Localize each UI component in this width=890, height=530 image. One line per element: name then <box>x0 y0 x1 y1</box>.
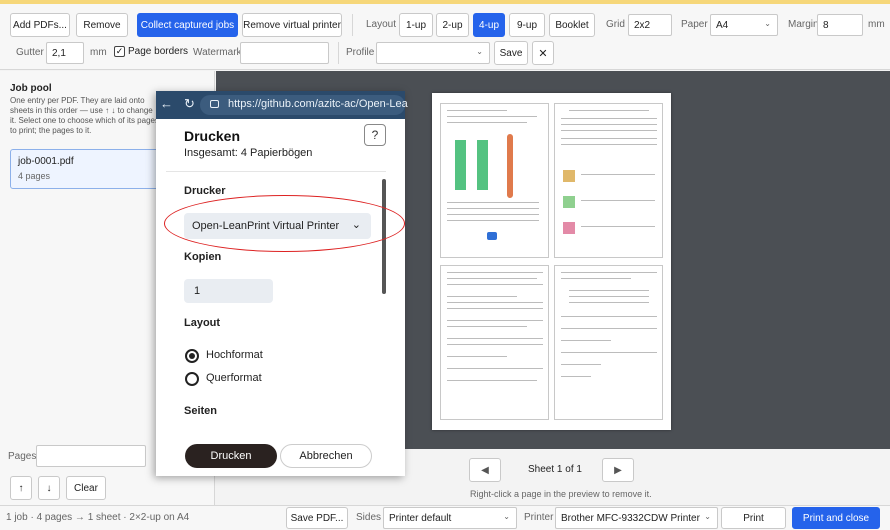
sheet-indicator: Sheet 1 of 1 <box>528 464 582 475</box>
preview-page-2[interactable] <box>554 103 663 258</box>
gutter-unit: mm <box>90 47 107 58</box>
layout-booklet-button[interactable]: Booklet <box>549 13 595 37</box>
gutter-label: Gutter <box>16 47 44 58</box>
watermark-input[interactable] <box>240 42 329 64</box>
status-bar: 1 job · 4 pages → 1 sheet · 2×2-up on A4… <box>0 505 890 530</box>
preview-hint: Right-click a page in the preview to rem… <box>470 489 652 499</box>
copies-input[interactable]: 1 <box>184 279 273 303</box>
divider <box>166 171 386 172</box>
remove-virtual-printer-button[interactable]: Remove virtual printer <box>242 13 342 37</box>
grid-input[interactable]: 2x2 <box>628 14 672 36</box>
printer-select[interactable]: Brother MFC-9332CDW Printer ⌄ <box>555 507 718 529</box>
pages-input[interactable] <box>36 445 146 467</box>
chevron-down-icon: ⌄ <box>764 19 771 28</box>
close-icon[interactable]: ✕ <box>532 41 554 65</box>
job-page-count: 4 pages <box>18 171 51 181</box>
portrait-radio[interactable] <box>185 349 199 363</box>
collect-jobs-button[interactable]: Collect captured jobs <box>137 13 238 37</box>
highlight-circle-annotation <box>164 195 405 252</box>
dialog-subtitle: Insgesamt: 4 Papierbögen <box>184 147 313 159</box>
layout-1up-button[interactable]: 1-up <box>399 13 433 37</box>
dialog-cancel-button[interactable]: Abbrechen <box>280 444 372 468</box>
printer-value: Brother MFC-9332CDW Printer <box>561 512 700 524</box>
preview-page-1[interactable] <box>440 103 549 258</box>
profile-label: Profile <box>346 47 375 58</box>
layout-2up-button[interactable]: 2-up <box>436 13 469 37</box>
job-summary: 1 job · 4 pages → 1 sheet · 2×2-up on A4 <box>6 512 190 523</box>
paper-select[interactable]: A4 ⌄ <box>710 14 778 36</box>
browser-url-bar: ← ↻ https://github.com/azitc-ac/Open-Lea <box>156 91 408 119</box>
printer-section-label: Drucker <box>184 185 226 197</box>
printer-label: Printer <box>524 512 554 523</box>
preview-page-4[interactable] <box>554 265 663 420</box>
page-borders-checkbox[interactable]: ✓ <box>114 46 125 57</box>
job-list-item[interactable]: job-0001.pdf 4 pages <box>10 149 170 189</box>
sides-select[interactable]: Printer default ⌄ <box>383 507 517 529</box>
address-text: https://github.com/azitc-ac/Open-Lea <box>228 98 408 110</box>
clear-button[interactable]: Clear <box>66 476 106 500</box>
prev-sheet-button[interactable]: ◀ <box>469 458 501 482</box>
paper-label: Paper <box>681 19 708 30</box>
move-down-button[interactable]: ↓ <box>38 476 60 500</box>
gutter-input[interactable]: 2,1 <box>46 42 84 64</box>
reload-icon[interactable]: ↻ <box>184 96 195 112</box>
margin-input[interactable]: 8 <box>817 14 863 36</box>
print-dialog: ← ↻ https://github.com/azitc-ac/Open-Lea… <box>156 91 408 476</box>
toolbar: Add PDFs... Remove Collect captured jobs… <box>0 4 890 70</box>
dialog-title: Drucken <box>184 128 241 144</box>
divider <box>352 14 353 36</box>
divider <box>338 42 339 64</box>
job-pool-title: Job pool <box>10 83 52 94</box>
pages-section-label: Seiten <box>184 405 218 417</box>
job-pool-description: One entry per PDF. They are laid onto sh… <box>10 96 159 135</box>
dialog-print-button[interactable]: Drucken <box>185 444 277 468</box>
layout-label: Layout <box>366 19 397 30</box>
margin-unit: mm <box>868 19 885 30</box>
paper-value: A4 <box>716 19 729 31</box>
sides-value: Printer default <box>389 512 452 524</box>
job-name: job-0001.pdf <box>18 156 74 167</box>
pages-label: Pages <box>8 451 37 462</box>
sides-label: Sides <box>356 512 382 523</box>
layout-4up-button[interactable]: 4-up <box>473 13 505 37</box>
move-up-button[interactable]: ↑ <box>10 476 32 500</box>
layout-9up-button[interactable]: 9-up <box>509 13 545 37</box>
save-profile-button[interactable]: Save <box>494 41 528 65</box>
next-sheet-button[interactable]: ▶ <box>602 458 634 482</box>
margin-label: Margin <box>788 19 819 30</box>
landscape-label: Querformat <box>206 372 262 384</box>
add-pdfs-button[interactable]: Add PDFs... <box>10 13 70 37</box>
lock-icon <box>210 100 219 108</box>
preview-sheet <box>432 93 671 430</box>
page-borders-label: Page borders <box>128 46 189 57</box>
print-button[interactable]: Print <box>721 507 786 529</box>
grid-label: Grid <box>606 19 625 30</box>
preview-page-3[interactable] <box>440 265 549 420</box>
back-arrow-icon[interactable]: ← <box>160 96 173 111</box>
portrait-label: Hochformat <box>206 349 263 361</box>
watermark-label: Watermark <box>193 47 242 58</box>
chevron-down-icon: ⌄ <box>476 47 483 56</box>
print-and-close-button[interactable]: Print and close <box>792 507 880 529</box>
remove-button[interactable]: Remove <box>76 13 128 37</box>
profile-select[interactable]: ⌄ <box>376 42 490 64</box>
save-pdf-button[interactable]: Save PDF... <box>286 507 348 529</box>
chevron-down-icon: ⌄ <box>704 512 711 521</box>
layout-section-label: Layout <box>184 317 221 329</box>
landscape-radio[interactable] <box>185 372 199 386</box>
help-icon[interactable]: ? <box>364 124 386 146</box>
chevron-down-icon: ⌄ <box>503 512 510 521</box>
copies-section-label: Kopien <box>184 251 222 263</box>
